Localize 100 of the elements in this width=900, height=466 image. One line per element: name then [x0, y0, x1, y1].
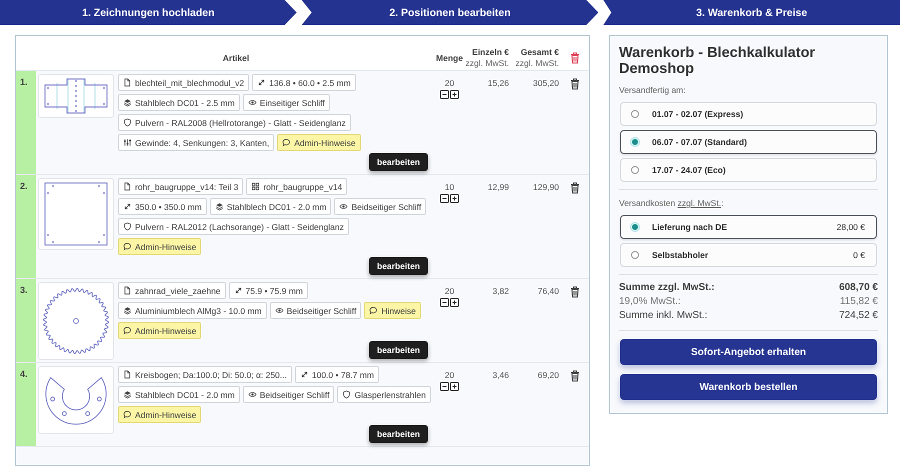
section-label: Versandfertig am:	[619, 85, 687, 95]
column-header: Menge	[436, 52, 463, 62]
summary-label: Summe zzgl. MwSt.:	[619, 281, 715, 295]
tag-text: Kreisbogen; Da:100.0; Di: 50.0; α: 250...	[135, 370, 287, 380]
tag-text: Pulvern - RAL2012 (Lachsorange) - Glatt - Seidenglanz	[135, 222, 344, 232]
tag-text: Glasperlenstrahlen	[354, 390, 426, 400]
diagonal-arrow-icon	[257, 78, 266, 87]
tag-text: 100.0 • 78.7 mm	[312, 370, 374, 380]
eye-icon	[248, 98, 257, 107]
delete-icon[interactable]	[570, 286, 580, 298]
delete-icon[interactable]	[570, 78, 580, 90]
delete-all-icon[interactable]	[570, 52, 580, 64]
tag-text: Pulvern - RAL2008 (Hellrotorange) - Glatt - Seidenglanz	[135, 118, 346, 128]
grid-icon	[251, 182, 260, 191]
tag-text: 350.0 • 350.0 mm	[135, 202, 202, 212]
row-number: 2.	[20, 181, 28, 191]
notes-button[interactable]: Admin-Hinweise	[118, 322, 202, 339]
tag-text: rohr_baugruppe_v14	[263, 182, 342, 192]
speech-bubble-icon	[123, 326, 132, 335]
speech-bubble-icon	[123, 242, 132, 251]
option-label: Lieferung nach DE	[652, 222, 728, 232]
summary-label: 19,0% MwSt.:	[619, 295, 681, 309]
tag-text: Beidseitiger Schliff	[286, 306, 356, 316]
notes-button[interactable]: Admin-Hinweise	[277, 134, 361, 151]
wizard-step[interactable]: 3. Warenkorb & Preise	[603, 0, 900, 25]
eye-icon	[339, 202, 348, 211]
shield-icon	[123, 118, 132, 127]
option-price: 28,00 €	[836, 222, 865, 232]
layers-icon	[123, 390, 132, 399]
minus-button[interactable]	[440, 194, 449, 203]
total-price: 129,90	[533, 182, 559, 192]
wizard-step[interactable]: 2. Positionen bearbeiten	[302, 0, 598, 25]
cart-title: Warenkorb - Blechkalkulator Demoshop	[619, 45, 816, 77]
document-icon	[123, 182, 132, 191]
edit-button[interactable]: bearbeiten	[369, 341, 428, 359]
column-header: Gesamt €	[520, 46, 559, 56]
shipping-option[interactable]: 01.07 - 02.07 (Express)	[620, 102, 877, 126]
plus-button[interactable]	[450, 298, 459, 307]
unit-price: 15,26	[488, 78, 509, 88]
radio-button[interactable]	[631, 251, 639, 259]
row-number: 3.	[20, 285, 28, 295]
shipping-option[interactable]: 06.07 - 07.07 (Standard)	[620, 130, 877, 154]
plus-button[interactable]	[450, 194, 459, 203]
option-price: 0 €	[853, 250, 865, 260]
document-icon	[123, 286, 132, 295]
column-note: zzgl. MwSt.	[514, 58, 559, 68]
quantity-text: 20	[444, 370, 454, 380]
layers-icon	[214, 202, 224, 211]
row-number: 4.	[20, 369, 28, 379]
tag-text: 136.8 • 60.0 • 2.5 mm	[269, 78, 351, 88]
tag-text: zahnrad_viele_zaehne	[135, 286, 221, 296]
option-label: 17.07 - 24.07 (Eco)	[652, 165, 726, 175]
total-price: 69,20	[538, 370, 559, 380]
plus-button[interactable]	[450, 90, 459, 99]
radio-button[interactable]	[631, 166, 639, 174]
minus-button[interactable]	[440, 90, 449, 99]
row-number: 1.	[20, 77, 28, 87]
tag-text: Einseitiger Schliff	[260, 98, 325, 108]
minus-button[interactable]	[440, 382, 449, 391]
option-label: Selbstabholer	[652, 250, 708, 260]
tag-text: Stahlblech DC01 - 2.0 mm	[226, 202, 326, 212]
edit-button[interactable]: bearbeiten	[369, 257, 428, 275]
edit-button[interactable]: bearbeiten	[369, 425, 428, 443]
tag-text: Aluminiumblech AlMg3 - 10.0 mm	[135, 306, 262, 316]
notes-button[interactable]: Hinweise	[364, 302, 421, 319]
tag-text: blechteil_mit_blechmodul_v2	[135, 78, 244, 88]
shipping-option[interactable]: 17.07 - 24.07 (Eco)	[620, 158, 877, 182]
notes-button[interactable]: Admin-Hinweise	[118, 406, 202, 423]
edit-button[interactable]: bearbeiten	[369, 153, 428, 171]
diagonal-arrow-icon	[123, 202, 132, 211]
summary-value: 608,70 €	[839, 281, 878, 295]
unit-price: 3,82	[492, 286, 509, 296]
document-icon	[123, 78, 132, 87]
minus-button[interactable]	[440, 298, 449, 307]
unit-price: 12,99	[488, 182, 509, 192]
layers-icon	[123, 306, 132, 315]
eye-icon	[274, 306, 284, 315]
delete-icon[interactable]	[570, 370, 580, 382]
shipping-option[interactable]: Lieferung nach DE 28,00 €	[620, 215, 877, 239]
delete-icon[interactable]	[570, 182, 580, 194]
vat-link[interactable]: zzgl. MwSt.	[678, 198, 722, 208]
radio-button[interactable]	[631, 110, 639, 118]
tag-text: rohr_baugruppe_v14: Teil 3	[135, 182, 238, 192]
cart-action-button[interactable]: Sofort-Angebot erhalten	[620, 339, 877, 365]
tag-text: Gewinde: 4, Senkungen: 3, Kanten,	[135, 138, 270, 148]
wizard-step[interactable]: 1. Zeichnungen hochladen	[0, 0, 297, 25]
plus-button[interactable]	[450, 382, 459, 391]
summary-label: Summe inkl. MwSt.:	[619, 309, 708, 323]
speech-bubble-icon	[282, 138, 292, 147]
quantity-text: 10	[444, 182, 454, 192]
notes-button[interactable]: Admin-Hinweise	[118, 238, 202, 255]
diagonal-arrow-icon	[234, 286, 243, 295]
eye-icon	[248, 390, 257, 399]
shipping-option[interactable]: Selbstabholer 0 €	[620, 243, 877, 267]
cart-action-button[interactable]: Warenkorb bestellen	[620, 374, 877, 400]
tag-text: Stahlblech DC01 - 2.5 mm	[135, 98, 235, 108]
option-label: 01.07 - 02.07 (Express)	[652, 109, 744, 119]
part-drawing	[43, 181, 109, 247]
column-header: Artikel	[222, 52, 250, 62]
part-drawing	[41, 285, 111, 357]
